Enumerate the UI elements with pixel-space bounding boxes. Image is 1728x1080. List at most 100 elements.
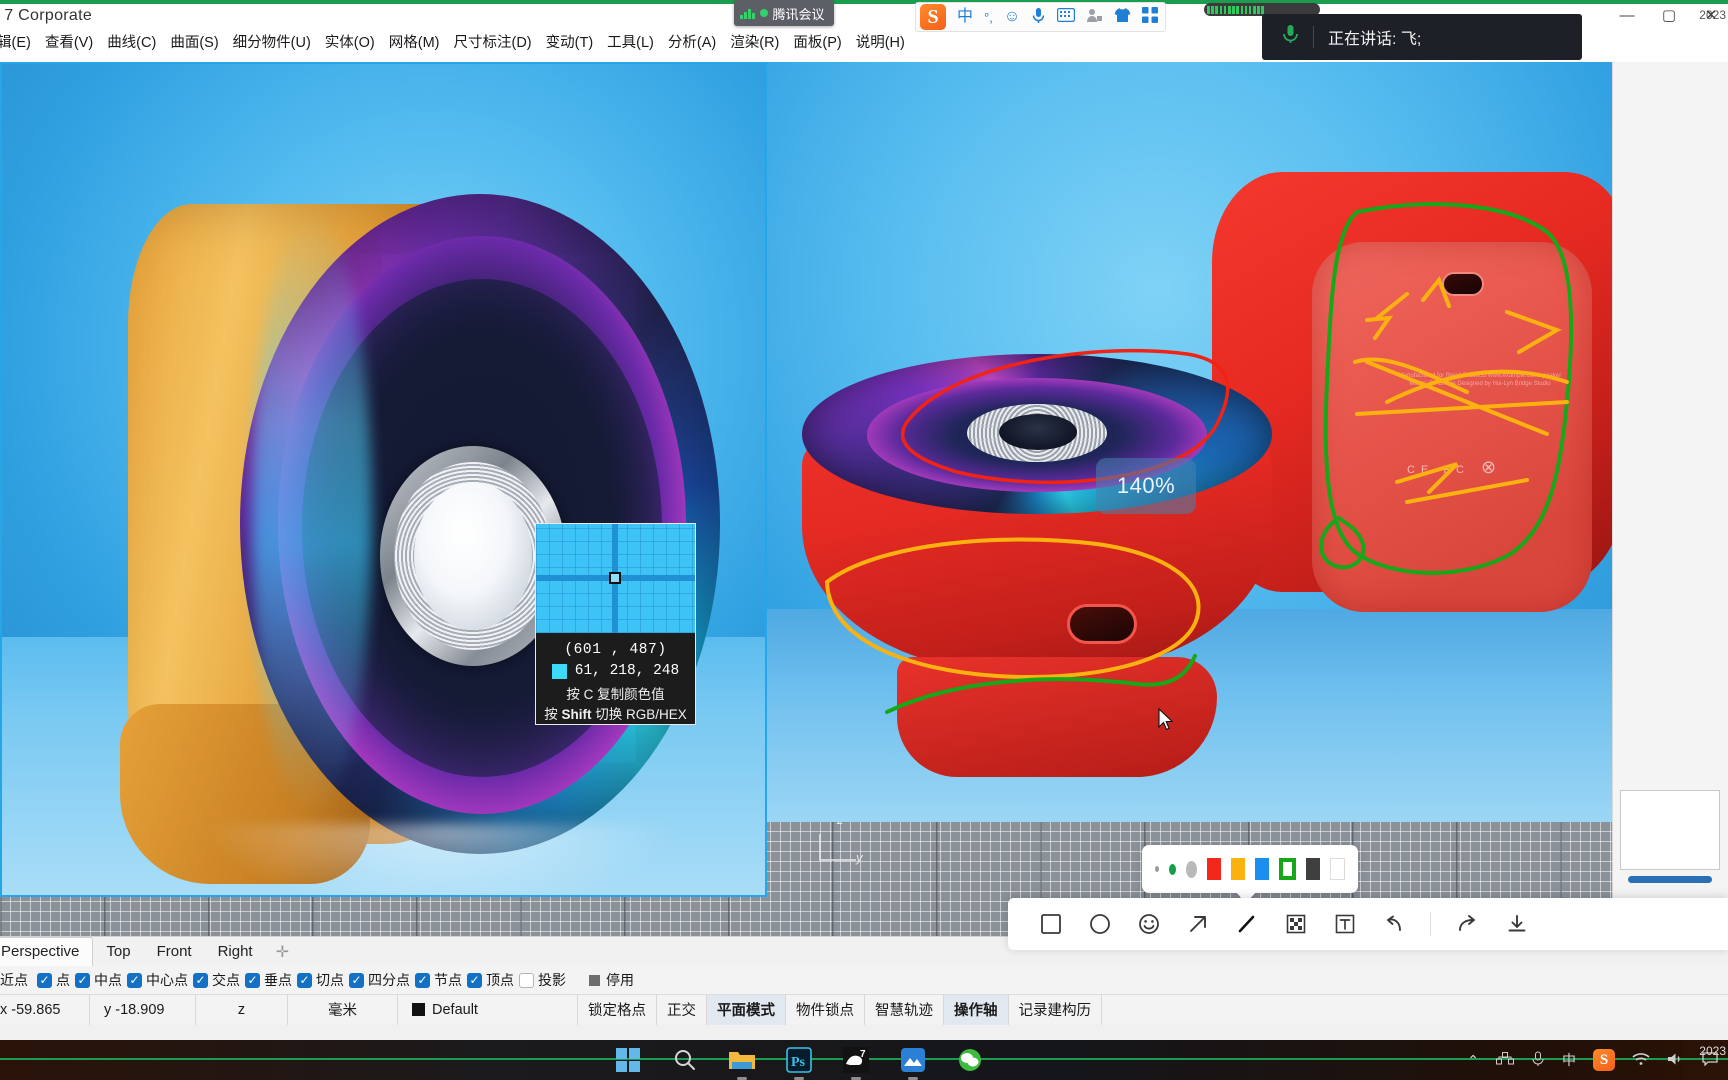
wechat-button[interactable] bbox=[954, 1044, 986, 1076]
search-button[interactable] bbox=[669, 1044, 701, 1076]
rhino-7-button[interactable]: 7 bbox=[840, 1044, 872, 1080]
minimize-button[interactable]: — bbox=[1616, 7, 1638, 24]
ime-keyboard-icon[interactable] bbox=[1057, 8, 1076, 26]
color-dark[interactable] bbox=[1306, 858, 1321, 880]
menu-item-curve[interactable]: 曲线(C) bbox=[100, 31, 163, 55]
stroke-size-medium[interactable] bbox=[1168, 863, 1176, 875]
osnap-tangent[interactable]: 切点 bbox=[297, 970, 344, 990]
current-layer[interactable]: Default bbox=[398, 994, 578, 1025]
stroke-size-small[interactable] bbox=[1155, 866, 1159, 872]
pen-tool[interactable] bbox=[1222, 904, 1271, 944]
osnap-midpoint[interactable]: 中点 bbox=[75, 970, 122, 990]
menu-item-subd[interactable]: 细分物件(U) bbox=[226, 31, 318, 55]
start-button[interactable] bbox=[612, 1044, 644, 1076]
osnap-knot[interactable]: 节点 bbox=[415, 970, 462, 990]
annotation-color-palette[interactable] bbox=[1142, 845, 1358, 893]
menu-item-edit[interactable]: 辑(E) bbox=[0, 31, 38, 55]
color-blue[interactable] bbox=[1255, 858, 1270, 880]
undo-tool[interactable] bbox=[1369, 904, 1418, 944]
osnap-vertex[interactable]: 顶点 bbox=[467, 970, 514, 990]
chevron-up-icon[interactable]: ⌃ bbox=[1467, 1052, 1479, 1069]
osnap-intersection[interactable]: 交点 bbox=[193, 970, 240, 990]
osnap-disable[interactable]: 停用 bbox=[589, 970, 634, 990]
sogou-ime-toolbar[interactable]: S 中 °, ☺ bbox=[915, 2, 1167, 32]
volume-icon[interactable] bbox=[1667, 1052, 1685, 1069]
menu-item-view[interactable]: 查看(V) bbox=[38, 31, 100, 55]
osnap-perpendicular-checkbox[interactable] bbox=[245, 972, 260, 989]
add-viewport-icon[interactable]: ✛ bbox=[266, 942, 299, 962]
shared-photo-viewport[interactable]: Manufactured for Retail Products www.exa… bbox=[767, 62, 1612, 822]
osnap-knot-checkbox[interactable] bbox=[415, 972, 430, 989]
taskbar-clock[interactable]: 2023 bbox=[1699, 1044, 1726, 1059]
ellipse-tool[interactable] bbox=[1075, 904, 1124, 944]
menu-item-transform[interactable]: 变动(T) bbox=[539, 31, 601, 55]
osnap-point-checkbox[interactable] bbox=[37, 972, 52, 989]
menu-item-panels[interactable]: 面板(P) bbox=[786, 31, 848, 55]
color-orange[interactable] bbox=[1230, 858, 1245, 880]
ime-indicator[interactable]: 中 bbox=[1562, 1050, 1576, 1070]
osnap-point[interactable]: 点 bbox=[37, 970, 70, 990]
text-tool[interactable] bbox=[1320, 904, 1369, 944]
osnap-center[interactable]: 中心点 bbox=[127, 970, 188, 990]
osnap-vertex-checkbox[interactable] bbox=[467, 972, 482, 989]
panel-scrollbar[interactable] bbox=[1628, 876, 1712, 883]
menu-item-mesh[interactable]: 网格(M) bbox=[382, 31, 447, 55]
ime-punctuation-icon[interactable]: °, bbox=[984, 11, 993, 24]
ime-voice-icon[interactable] bbox=[1031, 7, 1046, 28]
menu-item-render[interactable]: 渲染(R) bbox=[723, 31, 786, 55]
close-button[interactable]: ✕ bbox=[1700, 6, 1722, 24]
microphone-icon[interactable] bbox=[1531, 1051, 1545, 1070]
ime-language-mode[interactable]: 中 bbox=[957, 9, 973, 25]
emoji-tool[interactable] bbox=[1124, 904, 1173, 944]
mode-planar[interactable]: 平面模式 bbox=[707, 994, 786, 1025]
color-green-selected[interactable] bbox=[1279, 858, 1297, 880]
osnap-intersection-checkbox[interactable] bbox=[193, 972, 208, 989]
mode-gumball[interactable]: 操作轴 bbox=[944, 994, 1009, 1025]
ime-emoji-icon[interactable]: ☺ bbox=[1004, 9, 1020, 25]
sogou-tray-icon[interactable]: S bbox=[1593, 1049, 1615, 1071]
tab-top[interactable]: Top bbox=[93, 938, 143, 966]
color-red[interactable] bbox=[1206, 858, 1221, 880]
mode-grid-snap[interactable]: 锁定格点 bbox=[578, 994, 657, 1025]
menu-item-analyze[interactable]: 分析(A) bbox=[661, 31, 723, 55]
osnap-project[interactable]: 投影 bbox=[519, 970, 566, 990]
viewport-perspective-render[interactable] bbox=[0, 62, 767, 897]
osnap-tangent-checkbox[interactable] bbox=[297, 972, 312, 989]
mode-record-history[interactable]: 记录建构历 bbox=[1009, 994, 1102, 1025]
menu-item-help[interactable]: 说明(H) bbox=[849, 31, 912, 55]
sogou-logo-icon[interactable]: S bbox=[920, 4, 946, 30]
mosaic-tool[interactable] bbox=[1271, 904, 1320, 944]
ime-apps-icon[interactable] bbox=[1142, 7, 1159, 27]
menu-item-tools[interactable]: 工具(L) bbox=[600, 31, 661, 55]
mode-osnap[interactable]: 物件锁点 bbox=[786, 994, 865, 1025]
osnap-center-checkbox[interactable] bbox=[127, 972, 142, 989]
menu-item-surface[interactable]: 曲面(S) bbox=[163, 31, 225, 55]
picture-viewer-button[interactable] bbox=[897, 1044, 929, 1080]
menu-item-dimension[interactable]: 尺寸标注(D) bbox=[447, 31, 539, 55]
tab-perspective[interactable]: Perspective bbox=[0, 936, 94, 967]
mode-smarttrack[interactable]: 智慧轨迹 bbox=[865, 994, 944, 1025]
wifi-icon[interactable] bbox=[1632, 1052, 1650, 1069]
tab-front[interactable]: Front bbox=[144, 938, 205, 966]
ime-skin-icon[interactable] bbox=[1114, 7, 1131, 27]
stroke-size-large[interactable] bbox=[1185, 860, 1197, 878]
rectangle-tool[interactable] bbox=[1026, 904, 1075, 944]
annotation-toolbar[interactable] bbox=[1008, 898, 1728, 950]
network-icon[interactable] bbox=[1496, 1051, 1514, 1069]
osnap-quadrant[interactable]: 四分点 bbox=[349, 970, 410, 990]
save-tool[interactable] bbox=[1492, 904, 1541, 944]
tab-right[interactable]: Right bbox=[205, 938, 266, 966]
menu-item-solid[interactable]: 实体(O) bbox=[318, 31, 382, 55]
color-white[interactable] bbox=[1330, 858, 1346, 880]
tencent-meeting-indicator[interactable]: 腾讯会议 bbox=[734, 0, 834, 26]
ime-account-icon[interactable] bbox=[1086, 8, 1103, 27]
osnap-nearest-label[interactable]: 最近点 bbox=[0, 970, 28, 990]
share-tool[interactable] bbox=[1443, 904, 1492, 944]
maximize-button[interactable]: ▢ bbox=[1658, 6, 1680, 24]
units-label[interactable]: 毫米 bbox=[288, 994, 398, 1025]
osnap-quadrant-checkbox[interactable] bbox=[349, 972, 364, 989]
arrow-tool[interactable] bbox=[1173, 904, 1222, 944]
osnap-project-checkbox[interactable] bbox=[519, 972, 534, 988]
photoshop-button[interactable]: Ps bbox=[783, 1044, 815, 1080]
file-explorer-button[interactable] bbox=[726, 1044, 758, 1080]
